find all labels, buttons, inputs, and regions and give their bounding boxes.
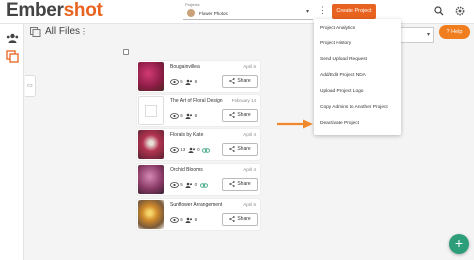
filter-select[interactable]: ▾	[401, 27, 434, 43]
views-count: 5	[180, 79, 183, 85]
file-date: February 14	[231, 98, 256, 103]
menu-item-project-analytics[interactable]: Project Analytics	[320, 26, 355, 31]
people-icon	[185, 217, 193, 223]
file-date: April 4	[243, 167, 256, 172]
people-icon	[185, 79, 193, 85]
menu-item-deactivate-project[interactable]: Deactivate Project	[320, 121, 359, 126]
views-count: 5	[180, 182, 183, 188]
file-card[interactable]: Florals by Kate April 4 13 0 Share	[137, 129, 260, 160]
file-card[interactable]: The Art of Floral Design February 14 5 8…	[137, 95, 260, 126]
project-selector[interactable]: Projects Flower Photos ▾	[183, 2, 313, 20]
link-icon	[202, 147, 210, 153]
file-name: Sunflower Arrangement	[170, 202, 223, 208]
file-name: Bougainvillea	[170, 64, 200, 70]
file-date: April 4	[243, 132, 256, 137]
users-icon[interactable]	[6, 32, 19, 45]
file-card[interactable]: Bougainvillea April 6 5 8 Share	[137, 61, 260, 92]
file-thumbnail	[138, 130, 164, 159]
file-name: Florals by Kate	[170, 132, 204, 138]
left-nav	[0, 24, 24, 260]
file-thumbnail	[138, 96, 164, 125]
people-count: 8	[194, 217, 198, 223]
eye-icon	[170, 217, 179, 223]
files-icon	[30, 27, 41, 37]
help-button[interactable]: ? Help	[439, 25, 470, 39]
folder-panel-toggle[interactable]: ▭	[25, 75, 36, 97]
share-icon	[229, 215, 236, 222]
share-label: Share	[237, 216, 251, 222]
link-icon	[199, 182, 208, 188]
chevron-down-icon: ▾	[305, 9, 309, 15]
top-bar: Embershot Projects Flower Photos ▾ ⋮ Cre…	[0, 0, 474, 24]
share-label: Share	[237, 146, 251, 152]
file-stats: 13 0	[170, 147, 210, 153]
search-icon[interactable]	[434, 6, 444, 16]
file-stats: 5 8	[170, 79, 197, 85]
share-label: Share	[237, 78, 251, 84]
project-selector-value: Flower Photos	[199, 11, 228, 16]
file-card[interactable]: Sunflower Arrangement April 6 5 8 Share	[137, 199, 260, 230]
share-button[interactable]: Share	[222, 213, 258, 226]
menu-item-edit-project-nda[interactable]: Add/Edit Project NDA	[320, 73, 366, 78]
project-selector-label: Projects	[185, 2, 200, 7]
file-stats: 5 8	[170, 217, 197, 223]
page-title: All Files	[45, 26, 81, 37]
files-icon[interactable]	[6, 50, 19, 63]
annotation-arrow	[277, 119, 313, 129]
share-button[interactable]: Share	[222, 143, 258, 156]
project-avatar	[187, 9, 195, 17]
file-thumbnail	[138, 165, 164, 194]
eye-icon	[170, 113, 179, 119]
file-name: Orchid Blooms	[170, 167, 203, 173]
file-card[interactable]: Orchid Blooms April 4 5 0 Share	[137, 164, 260, 195]
file-date: April 6	[243, 202, 256, 207]
share-icon	[229, 77, 236, 84]
people-count: 8	[194, 79, 198, 85]
people-icon	[185, 113, 193, 119]
project-options-menu: Project Analytics Project History Send U…	[314, 19, 401, 135]
file-stats: 5 8	[170, 113, 197, 119]
more-options-icon[interactable]: ⋮	[318, 6, 327, 15]
share-icon	[229, 180, 236, 187]
menu-item-send-upload-request[interactable]: Send Upload Request	[320, 57, 367, 62]
eye-icon	[170, 182, 179, 188]
gear-icon[interactable]	[454, 5, 466, 17]
people-icon	[188, 147, 195, 153]
eye-icon	[170, 79, 179, 85]
file-name: The Art of Floral Design	[170, 98, 223, 104]
share-icon	[229, 145, 236, 152]
app-logo[interactable]: Embershot	[6, 0, 103, 22]
create-project-button[interactable]: Create Project	[332, 4, 376, 19]
file-date: April 6	[243, 64, 256, 69]
chevron-down-icon: ▾	[426, 32, 430, 38]
file-thumbnail	[138, 200, 164, 229]
views-count: 5	[180, 113, 183, 119]
views-count: 5	[180, 217, 183, 223]
menu-item-copy-admins[interactable]: Copy Admins to Another Project	[320, 105, 388, 110]
share-button[interactable]: Share	[222, 109, 258, 122]
file-thumbnail	[138, 62, 164, 91]
share-label: Share	[237, 112, 251, 118]
share-button[interactable]: Share	[222, 75, 258, 88]
people-count: 0	[194, 182, 198, 188]
views-count: 13	[180, 147, 186, 153]
menu-item-upload-project-logo[interactable]: Upload Project Logo	[320, 89, 363, 94]
folder-icon: ▭	[27, 83, 33, 89]
file-stats: 5 0	[170, 182, 208, 188]
add-button[interactable]: +	[449, 234, 469, 254]
share-button[interactable]: Share	[222, 178, 258, 191]
people-icon	[185, 182, 193, 188]
people-count: 0	[197, 147, 200, 153]
select-all-checkbox[interactable]	[123, 49, 129, 55]
menu-item-project-history[interactable]: Project History	[320, 41, 351, 46]
eye-icon	[170, 147, 179, 153]
share-icon	[229, 111, 236, 118]
people-count: 8	[194, 113, 198, 119]
more-options-icon[interactable]: ⋮	[80, 27, 88, 36]
share-label: Share	[237, 181, 251, 187]
